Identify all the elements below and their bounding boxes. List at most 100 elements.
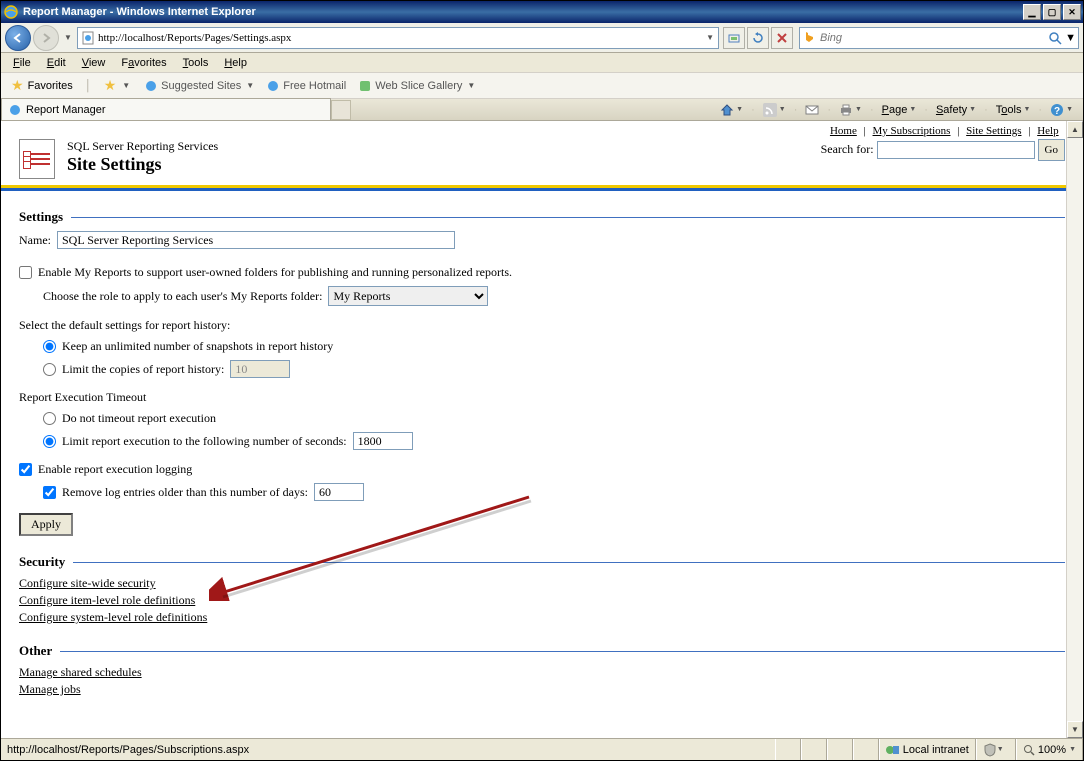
apply-button[interactable]: Apply <box>19 513 73 536</box>
new-tab-button[interactable] <box>331 100 351 120</box>
status-pane <box>801 739 827 760</box>
address-input[interactable] <box>98 32 704 44</box>
logging-remove-checkbox[interactable] <box>43 486 56 499</box>
feeds-button[interactable]: ▼ <box>761 101 788 119</box>
tab-report-manager[interactable]: Report Manager <box>1 98 331 120</box>
mail-icon <box>805 103 819 117</box>
help-link[interactable]: Help <box>1037 125 1058 137</box>
free-hotmail-link[interactable]: Free Hotmail <box>262 77 350 95</box>
scroll-down-button[interactable]: ▼ <box>1067 721 1083 738</box>
enable-myreports-label: Enable My Reports to support user-owned … <box>38 265 512 280</box>
manage-jobs-link[interactable]: Manage jobs <box>19 682 1065 697</box>
maximize-button[interactable]: ▢ <box>1043 4 1061 20</box>
top-links: Home | My Subscriptions | Site Settings … <box>1 121 1083 139</box>
menu-tools[interactable]: Tools <box>175 55 217 71</box>
address-bar: ▼ <box>77 27 719 49</box>
zoom-pane[interactable]: 100% ▼ <box>1016 739 1083 760</box>
favorites-button[interactable]: ★ Favorites <box>5 75 79 96</box>
safety-menu[interactable]: Safety ▼ <box>934 102 978 118</box>
menu-help[interactable]: Help <box>216 55 255 71</box>
configure-item-roles-link[interactable]: Configure item-level role definitions <box>19 593 1065 608</box>
content-search-input[interactable] <box>877 141 1035 159</box>
history-unlimited-radio[interactable] <box>43 340 56 353</box>
history-limit-radio[interactable] <box>43 363 56 376</box>
timeout-seconds-input[interactable] <box>353 432 413 450</box>
window-buttons: ▁ ▢ ✕ <box>1023 4 1081 20</box>
forward-button[interactable] <box>33 25 59 51</box>
manage-schedules-link[interactable]: Manage shared schedules <box>19 665 1065 680</box>
timeout-title: Report Execution Timeout <box>19 390 146 405</box>
menu-file[interactable]: File <box>5 55 39 71</box>
configure-sitewide-security-link[interactable]: Configure site-wide security <box>19 576 1065 591</box>
subscriptions-link[interactable]: My Subscriptions <box>873 125 951 137</box>
search-button[interactable] <box>1045 31 1065 45</box>
enable-myreports-checkbox[interactable] <box>19 266 32 279</box>
myreports-role-select[interactable]: My Reports <box>328 286 488 306</box>
favorites-label: Favorites <box>28 80 73 92</box>
scroll-up-button[interactable]: ▲ <box>1067 121 1083 138</box>
settings-section-title: Settings <box>19 209 1065 225</box>
close-button[interactable]: ✕ <box>1063 4 1081 20</box>
timeout-limit-radio[interactable] <box>43 435 56 448</box>
web-slice-link[interactable]: Web Slice Gallery ▼ <box>354 77 479 95</box>
configure-system-roles-link[interactable]: Configure system-level role definitions <box>19 610 1065 625</box>
ie-window: Report Manager - Windows Internet Explor… <box>0 0 1084 761</box>
suggested-label: Suggested Sites <box>161 80 241 92</box>
history-unlimited-label: Keep an unlimited number of snapshots in… <box>62 339 333 354</box>
scroll-track[interactable] <box>1067 138 1083 721</box>
go-button[interactable]: Go <box>1038 139 1065 161</box>
print-button[interactable]: ▼ <box>837 101 864 119</box>
safety-label: Safety <box>936 104 967 116</box>
stop-button[interactable] <box>771 27 793 49</box>
back-button[interactable] <box>5 25 31 51</box>
timeout-no-radio[interactable] <box>43 412 56 425</box>
tools-menu[interactable]: Tools ▼ <box>994 102 1033 118</box>
logging-enable-checkbox[interactable] <box>19 463 32 476</box>
search-input[interactable] <box>820 32 1045 44</box>
page-header: SQL Server Reporting Services Site Setti… <box>1 139 1083 185</box>
window-title: Report Manager - Windows Internet Explor… <box>23 6 1023 18</box>
ie-small-icon <box>144 79 158 93</box>
logging-days-input[interactable] <box>314 483 364 501</box>
address-dropdown[interactable]: ▼ <box>704 33 716 42</box>
site-settings-link[interactable]: Site Settings <box>966 125 1021 137</box>
svg-text:?: ? <box>1054 106 1060 117</box>
hotmail-label: Free Hotmail <box>283 80 346 92</box>
nav-history-dropdown[interactable]: ▼ <box>61 25 75 51</box>
product-name: SQL Server Reporting Services <box>67 139 821 154</box>
server-name-input[interactable] <box>57 231 455 249</box>
ie-icon <box>3 4 19 20</box>
help-button[interactable]: ? ▼ <box>1048 101 1075 119</box>
history-limit-input <box>230 360 290 378</box>
minimize-button[interactable]: ▁ <box>1023 4 1041 20</box>
bing-icon <box>802 30 818 46</box>
menu-favorites[interactable]: Favorites <box>113 55 174 71</box>
dropdown-icon: ▼ <box>246 81 254 90</box>
tools-label: Tools <box>996 104 1022 116</box>
home-icon <box>720 103 734 117</box>
refresh-button[interactable] <box>747 27 769 49</box>
shield-icon <box>983 743 997 757</box>
suggested-sites-link[interactable]: Suggested Sites ▼ <box>140 77 258 95</box>
home-link[interactable]: Home <box>830 125 857 137</box>
tab-row: Report Manager ▼ · ▼ · · ▼ · P <box>1 99 1083 121</box>
read-mail-button[interactable] <box>803 101 821 119</box>
page-label: Page <box>882 104 908 116</box>
protected-mode-pane: ▼ <box>976 739 1016 760</box>
page-icon <box>80 30 96 46</box>
menu-view[interactable]: View <box>74 55 114 71</box>
settings-form: Settings Name: Enable My Reports to supp… <box>1 191 1083 709</box>
history-limit-label: Limit the copies of report history: <box>62 362 224 377</box>
logging-enable-label: Enable report execution logging <box>38 462 192 477</box>
vertical-scrollbar[interactable]: ▲ ▼ <box>1066 121 1083 738</box>
page-menu[interactable]: Page ▼ <box>880 102 919 118</box>
home-button[interactable]: ▼ <box>718 101 745 119</box>
security-links: Configure site-wide security Configure i… <box>19 576 1065 625</box>
menu-edit[interactable]: Edit <box>39 55 74 71</box>
timeout-no-label: Do not timeout report execution <box>62 411 216 426</box>
history-intro: Select the default settings for report h… <box>19 318 230 333</box>
timeout-limit-label: Limit report execution to the following … <box>62 434 347 449</box>
search-dropdown[interactable]: ▼ <box>1065 32 1076 44</box>
compat-view-button[interactable] <box>723 27 745 49</box>
add-favorite-button[interactable]: ★ ▼ <box>98 75 136 96</box>
